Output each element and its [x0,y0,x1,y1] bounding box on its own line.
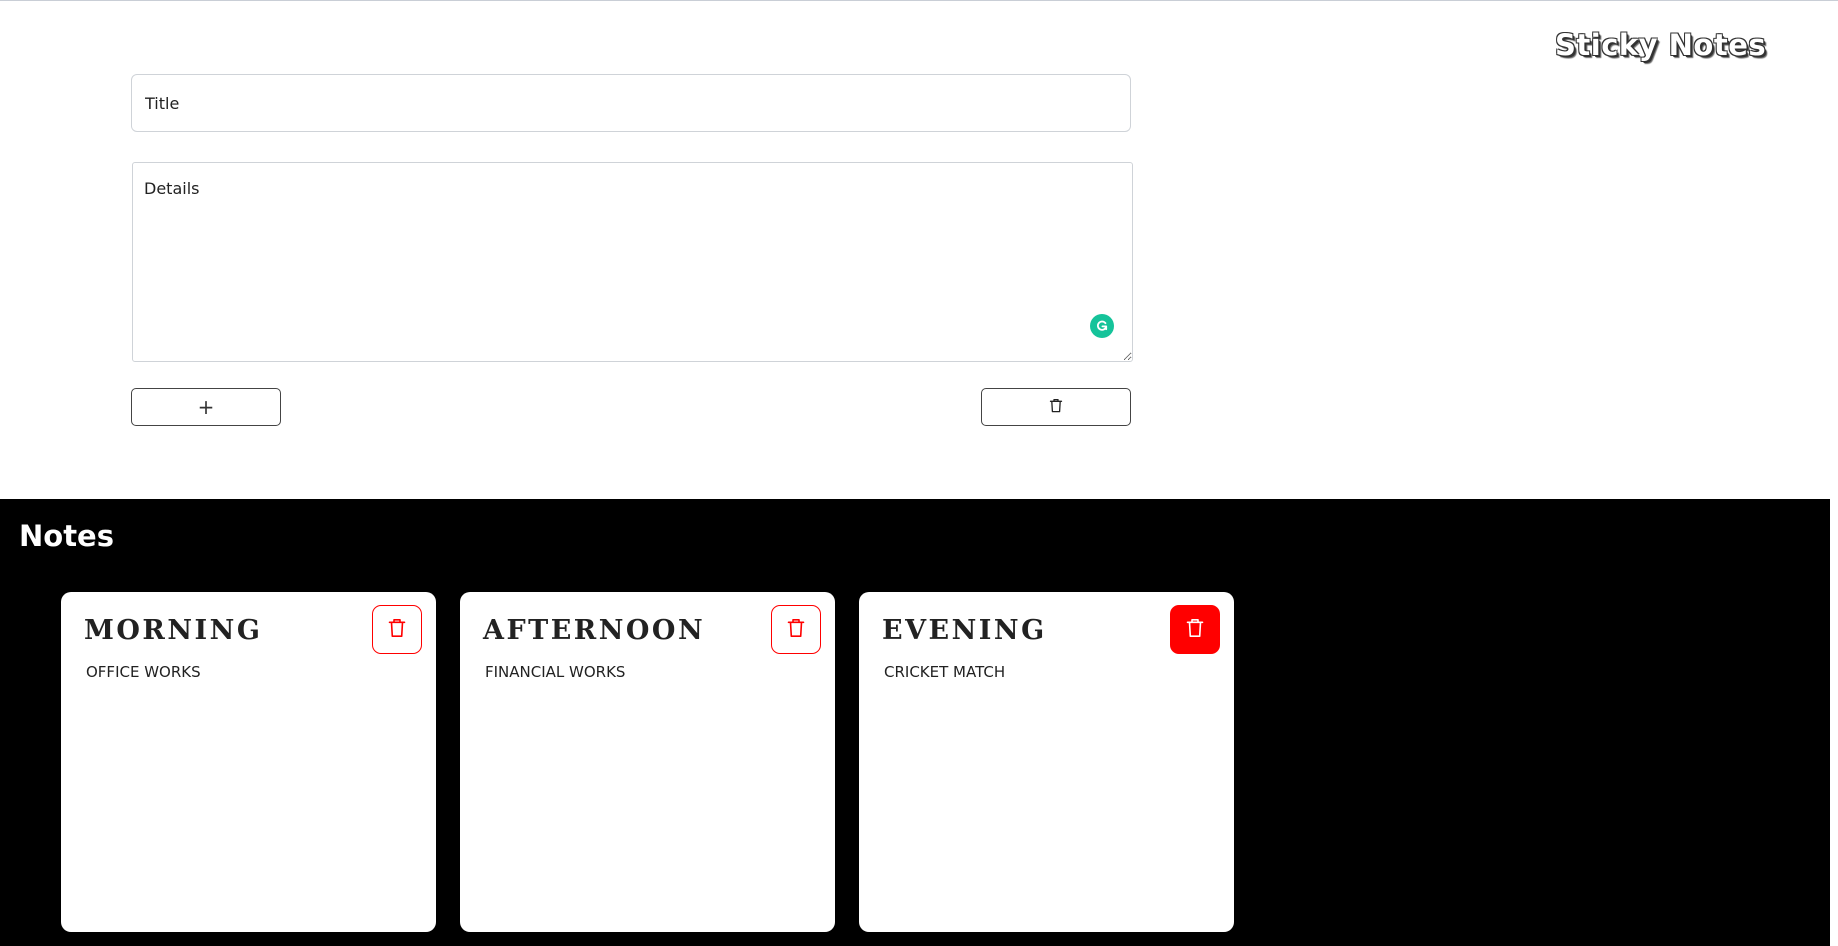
sticky-notes-page: Sticky Notes + Notes MORNING OFFICE WORK… [0,0,1838,946]
trash-icon [1186,618,1204,641]
details-textarea[interactable] [132,162,1133,362]
clear-form-button[interactable] [981,388,1131,426]
note-card: AFTERNOON FINANCIAL WORKS [460,592,835,932]
title-input[interactable] [131,74,1131,132]
details-field-wrapper [132,162,1133,362]
app-title: Sticky Notes [1555,28,1767,62]
note-details: FINANCIAL WORKS [485,663,626,681]
note-card: MORNING OFFICE WORKS [61,592,436,932]
note-details: CRICKET MATCH [884,663,1006,681]
delete-note-button[interactable] [372,605,422,654]
delete-note-button[interactable] [771,605,821,654]
grammarly-icon[interactable] [1090,314,1114,338]
top-border [0,0,1838,1]
note-card: EVENING CRICKET MATCH [859,592,1234,932]
notes-section: Notes MORNING OFFICE WORKS AFTERNOON FIN… [0,499,1830,946]
trash-icon [1049,398,1063,416]
trash-icon [787,618,805,641]
note-details: OFFICE WORKS [86,663,201,681]
delete-note-button[interactable] [1170,605,1220,654]
add-note-button[interactable]: + [131,388,281,426]
plus-icon: + [197,395,215,419]
notes-heading: Notes [19,519,114,553]
note-title: EVENING [882,615,1047,646]
trash-icon [388,618,406,641]
note-title: MORNING [84,615,263,646]
note-title: AFTERNOON [483,615,706,646]
